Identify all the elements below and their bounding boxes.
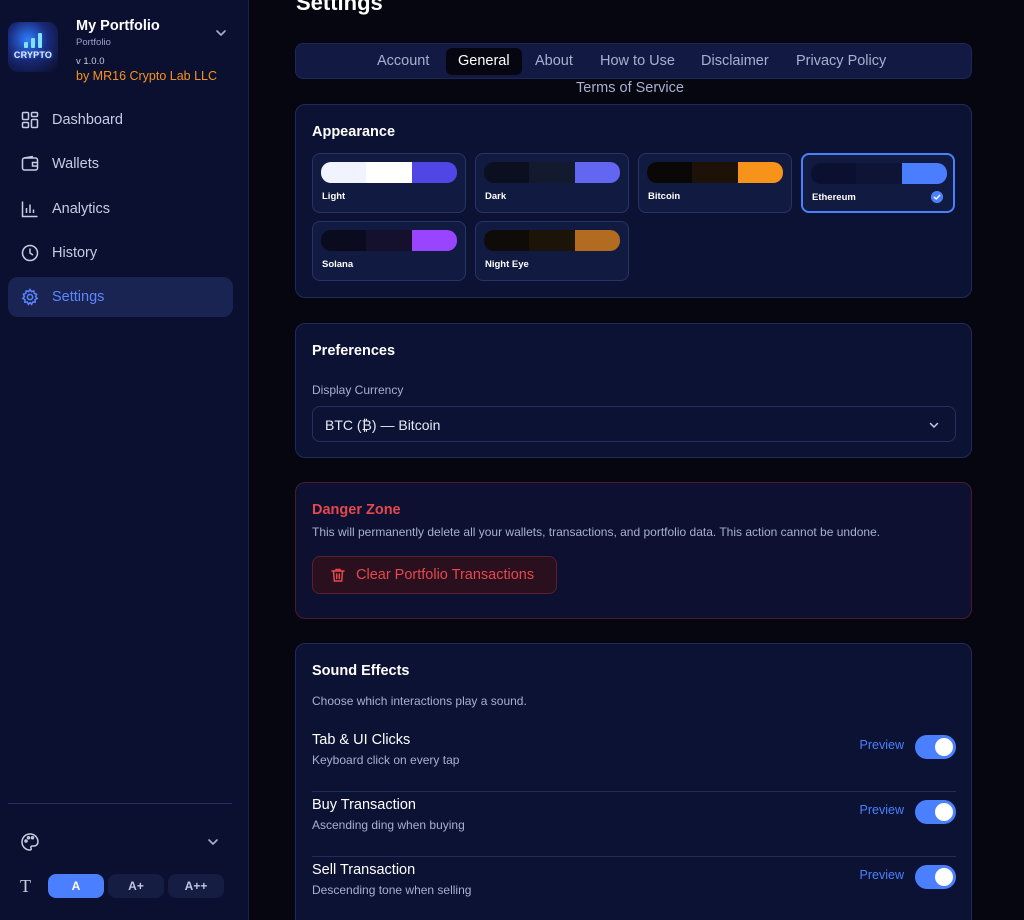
check-icon — [931, 191, 943, 203]
theme-name: Dark — [485, 191, 507, 202]
logo-text: CRYPTO — [13, 50, 53, 60]
wallet-icon — [20, 154, 40, 174]
sound-toggle-sell[interactable] — [915, 865, 956, 889]
display-currency-value: BTC (₿) — Bitcoin — [325, 417, 441, 433]
theme-option-solana[interactable]: Solana — [312, 221, 466, 281]
theme-preview — [321, 230, 457, 251]
sound-desc: Descending tone when selling — [312, 883, 472, 897]
sound-effects-title: Sound Effects — [312, 663, 410, 679]
theme-picker[interactable] — [20, 832, 220, 852]
tab-disclaimer[interactable]: Disclaimer — [689, 48, 781, 75]
tab-terms-of-service[interactable]: Terms of Service — [576, 80, 684, 96]
sidebar-item-analytics[interactable]: Analytics — [8, 189, 233, 229]
theme-option-dark[interactable]: Dark — [475, 153, 629, 213]
tab-about[interactable]: About — [523, 48, 585, 75]
sound-desc: Ascending ding when buying — [312, 818, 465, 832]
theme-preview — [647, 162, 783, 183]
theme-option-night-eye[interactable]: Night Eye — [475, 221, 629, 281]
portfolio-type: Portfolio — [76, 37, 111, 48]
app-version: v 1.0.0 — [76, 56, 105, 67]
sidebar-item-settings[interactable]: Settings — [8, 277, 233, 318]
sidebar-item-label: Settings — [52, 289, 105, 306]
theme-preview — [811, 163, 947, 184]
font-size-normal-button[interactable]: A — [48, 874, 104, 898]
app-logo: CRYPTO — [8, 22, 58, 72]
sound-row-sell: Sell Transaction Descending tone when se… — [312, 862, 956, 920]
sound-effects-description: Choose which interactions play a sound. — [312, 694, 527, 708]
sound-desc: Keyboard click on every tap — [312, 753, 460, 767]
theme-name: Solana — [322, 259, 354, 270]
tab-general[interactable]: General — [446, 48, 522, 75]
chevron-down-icon — [929, 422, 939, 428]
logo-chart-icon — [24, 32, 42, 48]
theme-option-bitcoin[interactable]: Bitcoin — [638, 153, 792, 213]
developer-credit: by MR16 Crypto Lab LLC — [76, 69, 218, 83]
analytics-icon — [20, 199, 40, 219]
text-size-icon: T — [20, 875, 31, 896]
font-size-large-button[interactable]: A+ — [108, 874, 164, 898]
display-currency-select[interactable]: BTC (₿) — Bitcoin — [312, 406, 956, 442]
sidebar-item-dashboard[interactable]: Dashboard — [8, 100, 233, 140]
sound-effects-card: Sound Effects Choose which interactions … — [295, 643, 972, 920]
font-size-xlarge-button[interactable]: A++ — [168, 874, 224, 898]
sound-toggle-ui-clicks[interactable] — [915, 735, 956, 759]
palette-icon — [21, 833, 39, 851]
appearance-title: Appearance — [312, 124, 396, 140]
tab-privacy-policy[interactable]: Privacy Policy — [784, 48, 898, 75]
portfolio-switcher[interactable]: CRYPTO My Portfolio Portfolio v 1.0.0 by… — [8, 18, 240, 84]
chevron-down-icon[interactable] — [214, 26, 228, 40]
preview-button[interactable]: Preview — [860, 738, 904, 752]
sidebar-item-label: Dashboard — [52, 112, 123, 128]
sidebar-item-wallets[interactable]: Wallets — [8, 144, 233, 184]
theme-preview — [484, 230, 620, 251]
trash-icon — [330, 567, 346, 583]
preview-button[interactable]: Preview — [860, 868, 904, 882]
sound-name: Sell Transaction — [312, 862, 416, 878]
sidebar: CRYPTO My Portfolio Portfolio v 1.0.0 by… — [0, 0, 249, 920]
portfolio-name: My Portfolio — [76, 18, 160, 34]
sidebar-item-label: History — [52, 244, 98, 261]
tab-how-to-use[interactable]: How to Use — [588, 48, 687, 75]
danger-zone-card: Danger Zone This will permanently delete… — [295, 482, 972, 619]
gear-icon — [20, 287, 40, 307]
sound-name: Buy Transaction — [312, 797, 416, 813]
sidebar-item-label: Analytics — [52, 200, 111, 217]
sidebar-nav: Dashboard Wallets Analytics History Sett… — [8, 100, 233, 321]
theme-name: Bitcoin — [648, 191, 681, 202]
clock-icon — [20, 243, 40, 263]
sound-toggle-buy[interactable] — [915, 800, 956, 824]
chevron-down-icon — [208, 839, 218, 845]
sound-name: Tab & UI Clicks — [312, 732, 411, 748]
page-title: Settings — [296, 0, 383, 15]
font-size-selector: T A A+ A++ — [20, 874, 230, 898]
theme-option-light[interactable]: Light — [312, 153, 466, 213]
sidebar-footer: T A A+ A++ — [8, 803, 232, 898]
clear-portfolio-button[interactable]: Clear Portfolio Transactions — [312, 556, 557, 594]
preferences-card: Preferences Display Currency BTC (₿) — B… — [295, 323, 972, 458]
sidebar-item-history[interactable]: History — [8, 233, 233, 273]
dashboard-icon — [20, 110, 40, 130]
display-currency-label: Display Currency — [312, 383, 404, 397]
theme-name: Light — [322, 191, 346, 202]
danger-zone-warning: This will permanently delete all your wa… — [312, 525, 881, 539]
preview-button[interactable]: Preview — [860, 803, 904, 817]
theme-option-ethereum[interactable]: Ethereum — [801, 153, 955, 213]
theme-name: Night Eye — [485, 259, 529, 270]
theme-name: Ethereum — [812, 192, 856, 203]
sidebar-item-label: Wallets — [52, 156, 99, 173]
sound-row-buy: Buy Transaction Ascending ding when buyi… — [312, 797, 956, 857]
theme-preview — [484, 162, 620, 183]
preferences-title: Preferences — [312, 343, 396, 359]
clear-portfolio-label: Clear Portfolio Transactions — [356, 567, 535, 583]
theme-preview — [321, 162, 457, 183]
danger-zone-title: Danger Zone — [312, 502, 401, 518]
sound-row-ui-clicks: Tab & UI Clicks Keyboard click on every … — [312, 732, 956, 792]
settings-tabs: Account General About How to Use Disclai… — [295, 43, 972, 79]
tab-account[interactable]: Account — [365, 48, 441, 75]
appearance-card: Appearance Light Dark Bitcoin Ethereum S… — [295, 104, 972, 298]
